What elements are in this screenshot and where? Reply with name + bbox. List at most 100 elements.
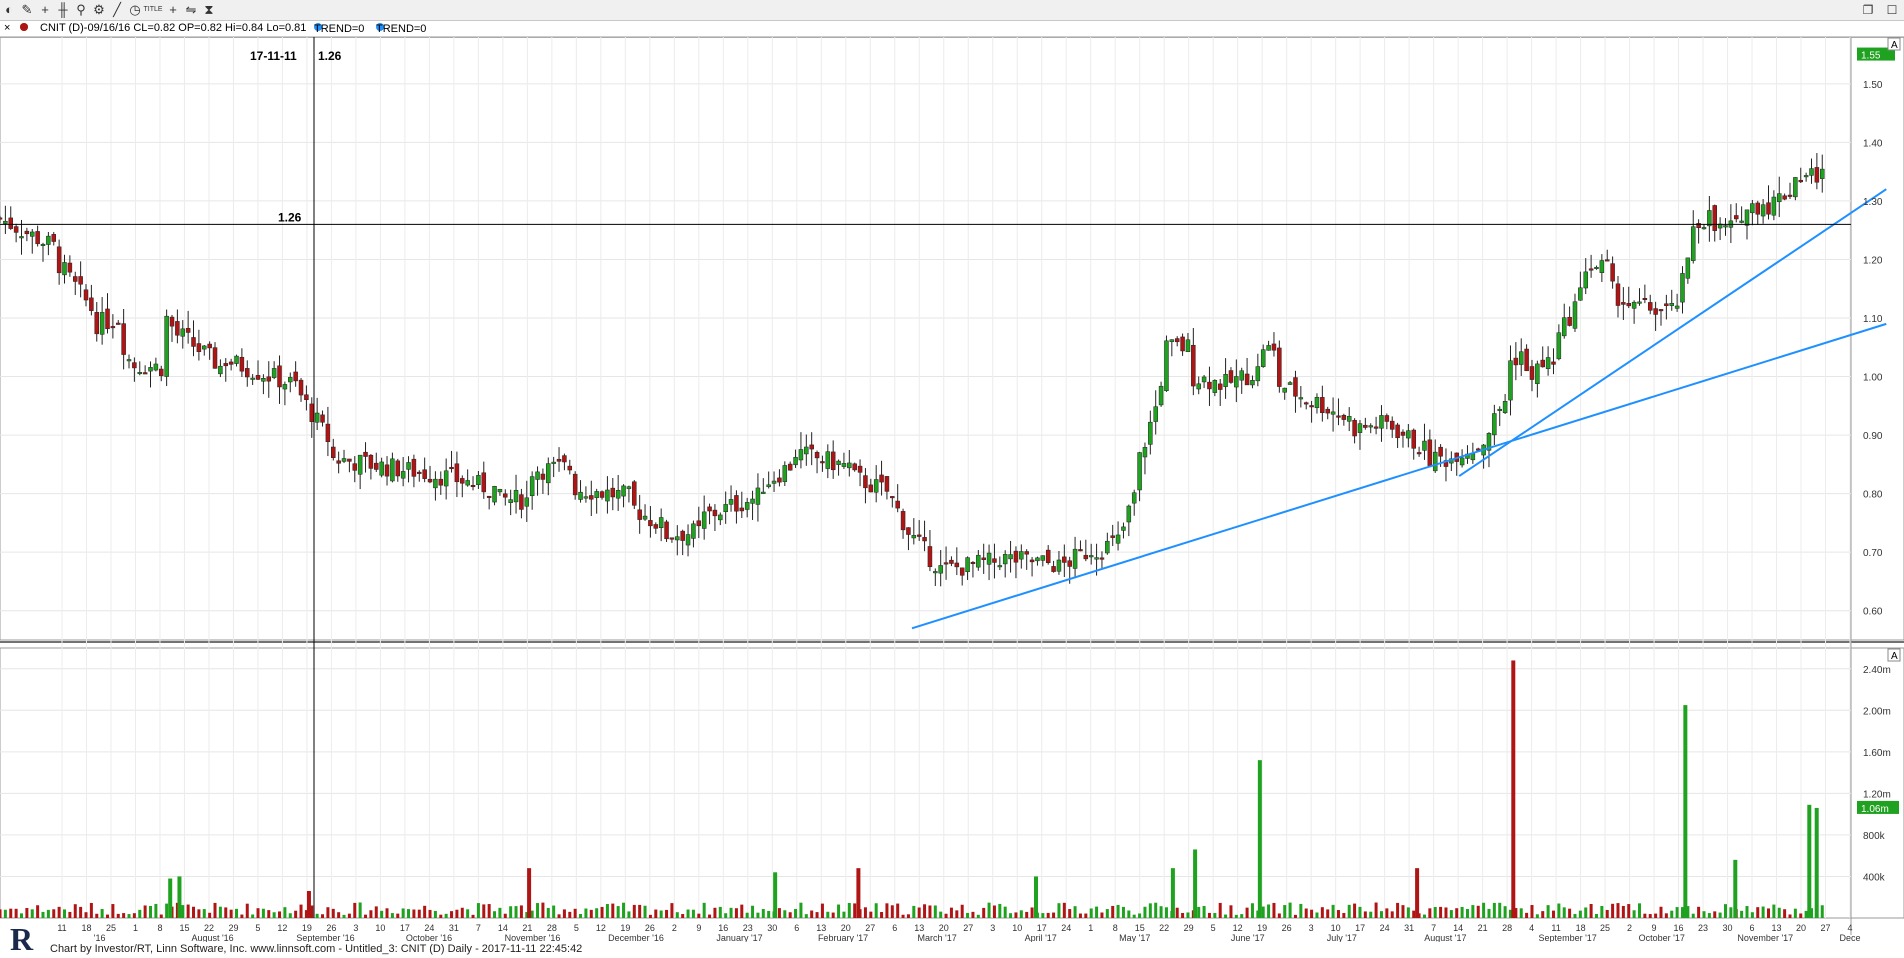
volume-bar <box>579 914 583 918</box>
candle-body <box>1008 554 1013 560</box>
candle-body <box>266 376 272 382</box>
day-tick-label: 16 <box>718 923 728 933</box>
candle-body <box>830 451 836 471</box>
volume-bar <box>1025 911 1029 918</box>
candle-body <box>1062 556 1067 563</box>
candle-body <box>513 490 519 503</box>
candle-body <box>1330 411 1336 415</box>
candle-body <box>1664 303 1669 306</box>
volume-bar <box>1267 904 1271 918</box>
month-tick-label: March '17 <box>918 933 957 942</box>
candle-body <box>1518 351 1524 365</box>
candle-body <box>1260 349 1266 367</box>
volume-bar <box>708 914 712 918</box>
volume-bar <box>976 914 980 918</box>
candle-body <box>1782 195 1787 200</box>
volume-bar <box>1804 910 1808 918</box>
candle-body <box>1115 534 1121 544</box>
volume-bar <box>1627 904 1631 918</box>
volume-bar <box>1396 902 1400 918</box>
candle-body <box>1814 167 1820 183</box>
volume-bar <box>648 914 652 918</box>
volume-bar <box>1492 902 1496 918</box>
volume-bar <box>1132 914 1136 918</box>
volume-bar <box>1750 912 1754 918</box>
candle-body <box>298 379 304 396</box>
candle-body <box>1164 340 1169 392</box>
candle-body <box>621 485 626 497</box>
volume-bar <box>702 902 706 918</box>
volume-bar <box>804 914 808 918</box>
day-tick-label: 2 <box>1627 923 1632 933</box>
volume-bar <box>1250 903 1254 918</box>
candle-body <box>744 502 750 510</box>
candle-body <box>1470 453 1476 461</box>
candle-body <box>1411 429 1416 449</box>
price-tick-label: 1.10 <box>1863 314 1883 325</box>
candle-body <box>191 337 196 347</box>
price-tick-label: 1.30 <box>1863 197 1883 208</box>
candle-body <box>1320 397 1325 413</box>
candle-body <box>906 527 911 535</box>
candle-body <box>1712 205 1717 231</box>
volume-bar <box>63 909 67 918</box>
volume-bar <box>1202 905 1206 918</box>
price-volume-chart[interactable]: 1.50 1.40 1.30 1.20 1.10 1.00 0.90 0.80 0.70 0.60… <box>0 0 1904 942</box>
volume-bar <box>519 905 523 918</box>
candle-body <box>1545 357 1551 369</box>
candle-body <box>422 469 427 479</box>
volume-bar <box>30 909 34 918</box>
volume-bar <box>1557 903 1561 918</box>
volume-bar <box>1304 908 1308 918</box>
candle-body <box>1078 549 1083 552</box>
day-tick-label: 21 <box>1478 923 1488 933</box>
candle-body <box>1733 215 1739 220</box>
candle-body <box>1723 225 1728 228</box>
candle-body <box>691 523 696 539</box>
candle-body <box>137 372 143 375</box>
volume-bar <box>1611 903 1615 918</box>
volume-bar <box>73 904 77 918</box>
candle-body <box>680 530 685 541</box>
candle-body <box>1153 406 1158 422</box>
day-tick-label: 3 <box>1309 923 1314 933</box>
volume-bar <box>154 903 158 918</box>
candle-body <box>175 321 180 336</box>
volume-bar <box>1562 907 1566 918</box>
candle-body <box>1739 220 1744 223</box>
day-tick-label: 31 <box>1404 923 1414 933</box>
volume-bar <box>890 905 894 918</box>
candle-body <box>1776 193 1782 203</box>
volume-bar <box>288 913 292 918</box>
candle-body <box>718 514 723 521</box>
month-tick-label: January '17 <box>716 933 762 942</box>
volume-bar <box>1664 913 1668 918</box>
volume-bar <box>192 906 196 918</box>
candle-body <box>938 565 943 574</box>
volume-bar <box>654 909 658 918</box>
candle-body <box>669 537 675 540</box>
volume-bar <box>933 905 937 918</box>
candle-body <box>1432 451 1438 472</box>
day-tick-label: 26 <box>645 923 655 933</box>
volume-bar <box>869 911 873 918</box>
volume-bar <box>89 902 93 918</box>
candle-body <box>986 552 992 565</box>
volume-bar <box>595 908 599 918</box>
volume-bar <box>1546 905 1550 918</box>
volume-bar <box>1568 908 1572 918</box>
candle-body <box>282 384 288 390</box>
volume-bar <box>1573 913 1577 918</box>
month-tick-label: June '17 <box>1231 933 1265 942</box>
candle-body <box>486 495 492 498</box>
volume-bar <box>106 914 110 918</box>
volume-bar <box>1428 908 1432 918</box>
candle-body <box>814 452 820 459</box>
candle-body <box>19 236 24 239</box>
day-tick-label: 16 <box>1674 923 1684 933</box>
volume-bar <box>1406 907 1410 918</box>
volume-bar <box>718 906 722 918</box>
candle-body <box>712 509 718 517</box>
volume-bar <box>1788 914 1792 918</box>
candle-body <box>395 460 401 477</box>
